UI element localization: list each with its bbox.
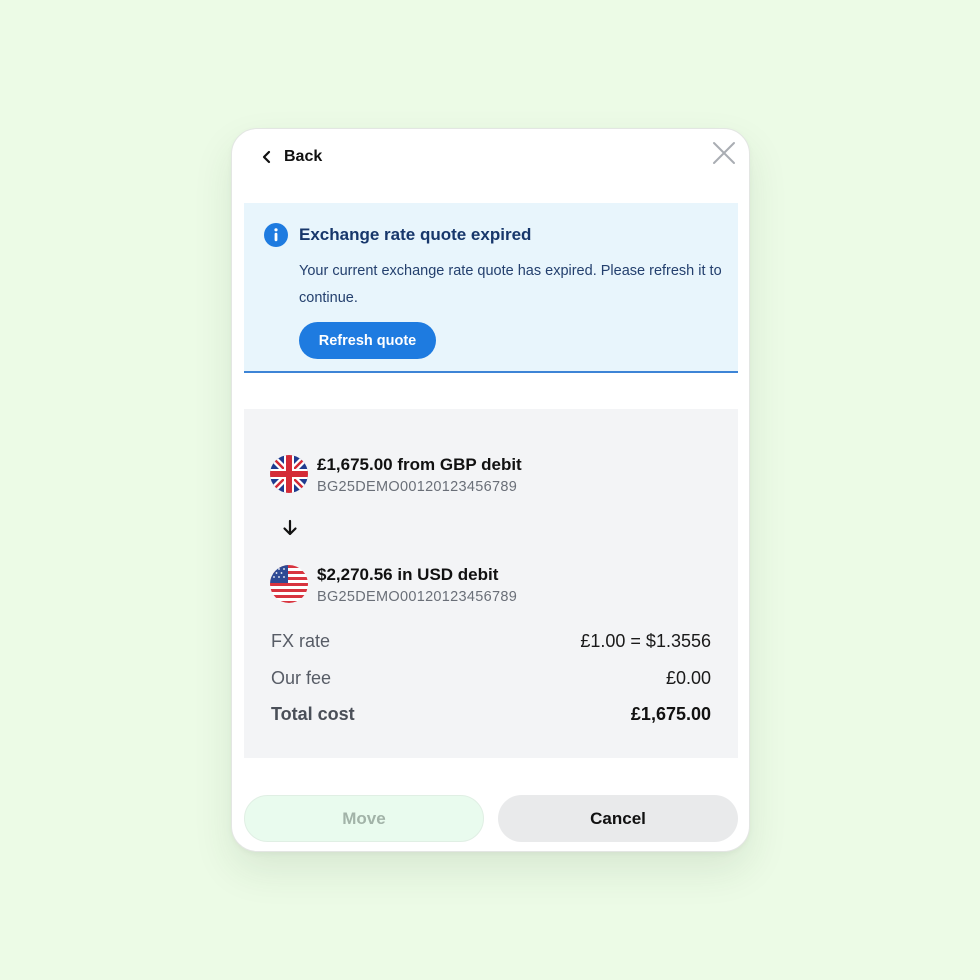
fx-rate-row: FX rate £1.00 = $1.3556 bbox=[271, 631, 711, 652]
fee-label: Our fee bbox=[271, 668, 332, 688]
fee-row: Our fee £0.00 bbox=[271, 668, 711, 689]
to-amount: $2,270.56 in USD debit bbox=[317, 565, 499, 584]
alert-message: Your current exchange rate quote has exp… bbox=[299, 263, 722, 306]
total-cost-row: Total cost £1,675.00 bbox=[271, 704, 711, 725]
total-cost-value: £1,675.00 bbox=[630, 704, 711, 724]
back-label: Back bbox=[284, 148, 323, 165]
cancel-button[interactable]: Cancel bbox=[498, 795, 738, 842]
quote-expired-alert: Exchange rate quote expired Your current… bbox=[244, 203, 738, 373]
to-account-number: BG25DEMO00120123456789 bbox=[317, 589, 518, 605]
fee-value: £0.00 bbox=[665, 668, 711, 688]
back-button[interactable]: Back bbox=[260, 145, 322, 169]
transfer-summary: £1,675.00 from GBP debit BG25DEMO0012012… bbox=[244, 409, 738, 758]
fx-rate-label: FX rate bbox=[271, 631, 331, 651]
move-money-dialog: Back Exchange rate quote expired Your cu… bbox=[231, 128, 750, 852]
arrow-down-icon bbox=[283, 519, 297, 536]
fx-rate-value: £1.00 = $1.3556 bbox=[580, 631, 711, 651]
us-flag-icon bbox=[270, 565, 308, 603]
chevron-left-icon bbox=[262, 150, 271, 164]
from-account-number: BG25DEMO00120123456789 bbox=[317, 479, 518, 495]
total-cost-label: Total cost bbox=[271, 704, 355, 724]
from-amount: £1,675.00 from GBP debit bbox=[317, 455, 522, 474]
uk-flag-icon bbox=[270, 455, 308, 493]
move-button[interactable]: Move bbox=[244, 795, 484, 842]
close-icon bbox=[713, 142, 735, 164]
close-button[interactable] bbox=[710, 139, 738, 167]
refresh-quote-button[interactable]: Refresh quote bbox=[299, 322, 436, 359]
alert-title: Exchange rate quote expired bbox=[299, 225, 532, 244]
info-icon bbox=[264, 223, 288, 247]
